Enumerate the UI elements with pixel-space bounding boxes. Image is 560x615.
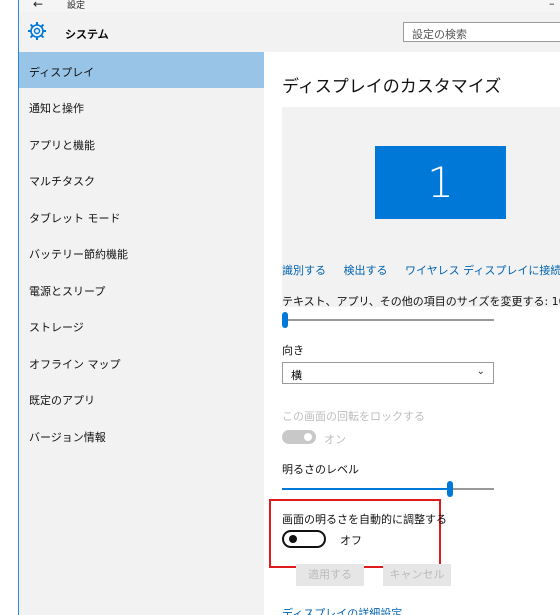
rotation-lock-state: オン	[324, 433, 346, 446]
window-title: 設定	[67, 1, 86, 11]
sidebar-item-label: オフライン マップ	[29, 358, 121, 371]
sidebar-item-label: バッテリー節約機能	[29, 248, 128, 261]
wireless-display-link[interactable]: ワイヤレス ディスプレイに接続する	[405, 264, 560, 277]
sidebar-item-battery-saver[interactable]: バッテリー節約機能	[19, 234, 264, 270]
orientation-label: 向き	[282, 344, 304, 357]
slider-fill	[282, 488, 450, 490]
sidebar-item-label: 通知と操作	[29, 102, 84, 115]
title-bar: ← 設定 –	[19, 0, 560, 12]
auto-brightness-label: 画面の明るさを自動的に調整する	[282, 513, 447, 526]
settings-window: ← 設定 – システム 設定の検索 ディスプレイ 通知と操作 アプリと機能 マル…	[18, 0, 560, 615]
sidebar-item-label: バージョン情報	[29, 431, 106, 444]
toggle-knob	[304, 433, 312, 441]
auto-brightness-state: オフ	[340, 534, 362, 547]
rotation-lock-toggle	[282, 430, 316, 444]
section-title: ディスプレイのカスタマイズ	[282, 77, 502, 97]
sidebar-item-label: 既定のアプリ	[29, 394, 95, 407]
sidebar-item-apps[interactable]: アプリと機能	[19, 125, 264, 161]
sidebar-item-power-sleep[interactable]: 電源とスリープ	[19, 271, 264, 307]
brightness-slider[interactable]	[282, 481, 494, 497]
toggle-knob	[289, 535, 297, 543]
sidebar-item-label: 電源とスリープ	[29, 285, 106, 298]
sidebar-item-storage[interactable]: ストレージ	[19, 307, 264, 343]
advanced-display-settings-link[interactable]: ディスプレイの詳細設定	[282, 605, 402, 615]
display-links: 識別する 検出する ワイヤレス ディスプレイに接続する	[282, 262, 560, 278]
sidebar-item-default-apps[interactable]: 既定のアプリ	[19, 380, 264, 416]
minimize-icon[interactable]: –	[549, 0, 555, 10]
sidebar-item-offline-maps[interactable]: オフライン マップ	[19, 344, 264, 380]
orientation-value: 横	[291, 369, 302, 382]
brightness-label: 明るさのレベル	[282, 463, 359, 476]
auto-brightness-toggle[interactable]	[282, 530, 326, 548]
detect-link[interactable]: 検出する	[344, 264, 388, 277]
sidebar: ディスプレイ 通知と操作 アプリと機能 マルチタスク タブレット モード バッテ…	[19, 52, 264, 615]
sidebar-item-label: アプリと機能	[29, 139, 95, 152]
sidebar-item-tablet-mode[interactable]: タブレット モード	[19, 198, 264, 234]
slider-track	[282, 319, 494, 321]
cancel-button[interactable]: キャンセル	[383, 564, 451, 586]
sidebar-item-notifications[interactable]: 通知と操作	[19, 88, 264, 124]
main-content: ディスプレイのカスタマイズ 1 識別する 検出する ワイヤレス ディスプレイに接…	[264, 52, 560, 615]
apply-button[interactable]: 適用する	[296, 564, 364, 586]
sidebar-item-label: ストレージ	[29, 321, 84, 334]
search-input[interactable]: 設定の検索	[403, 22, 560, 42]
sidebar-item-label: マルチタスク	[29, 175, 95, 188]
scale-label: テキスト、アプリ、その他の項目のサイズを変更する: 100%	[282, 295, 560, 308]
sidebar-item-multitasking[interactable]: マルチタスク	[19, 161, 264, 197]
page-title: システム	[65, 28, 109, 41]
back-arrow-icon[interactable]: ←	[33, 0, 43, 11]
sidebar-item-display[interactable]: ディスプレイ	[19, 52, 264, 88]
scale-slider[interactable]	[282, 312, 494, 328]
header: システム 設定の検索	[19, 12, 560, 52]
monitor-tile[interactable]: 1	[375, 146, 506, 219]
sidebar-item-label: ディスプレイ	[29, 66, 95, 79]
orientation-select[interactable]: 横 ⌄	[282, 362, 494, 384]
chevron-down-icon: ⌄	[476, 366, 485, 377]
sidebar-item-label: タブレット モード	[29, 212, 121, 225]
slider-thumb[interactable]	[282, 312, 288, 328]
rotation-lock-label: この画面の回転をロックする	[282, 410, 425, 423]
gear-icon	[28, 22, 46, 40]
slider-thumb[interactable]	[447, 481, 453, 497]
sidebar-item-about[interactable]: バージョン情報	[19, 417, 264, 453]
identify-link[interactable]: 識別する	[282, 264, 326, 277]
